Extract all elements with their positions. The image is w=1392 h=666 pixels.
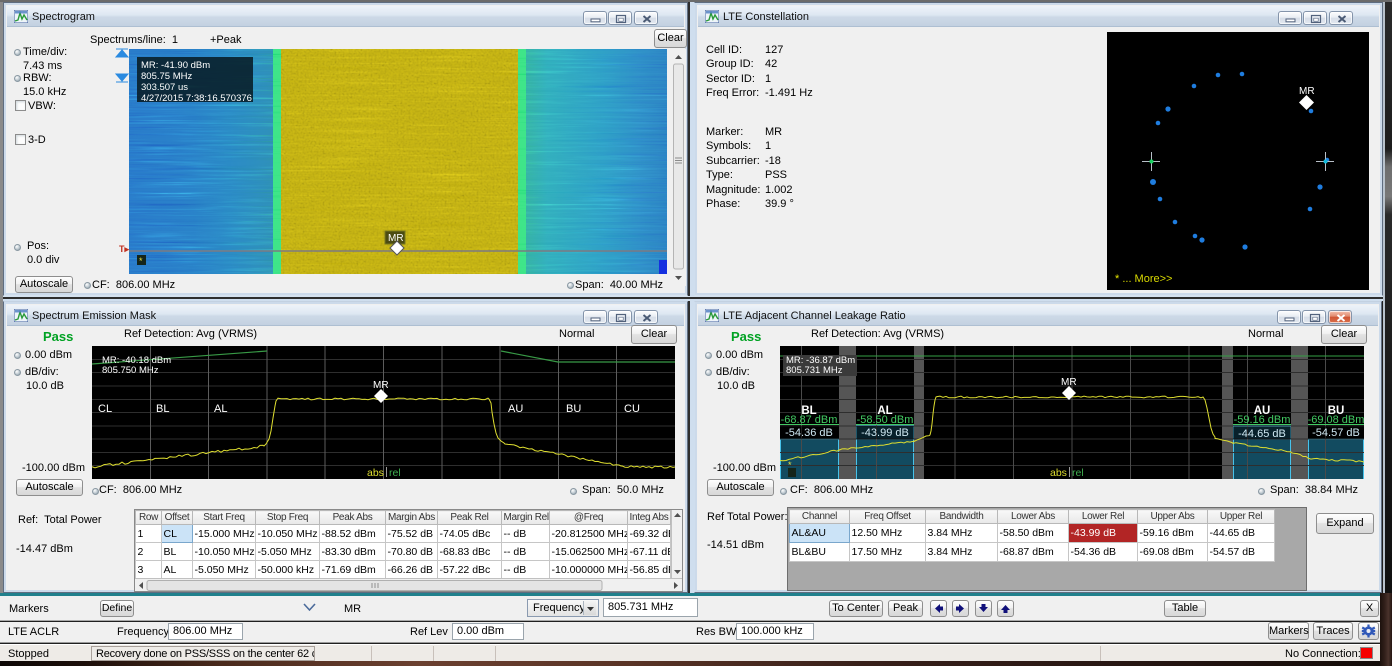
svg-text:AL: AL bbox=[214, 403, 227, 415]
svg-text:BL: BL bbox=[156, 403, 169, 415]
svg-text:805.75 MHz: 805.75 MHz bbox=[141, 71, 192, 82]
svg-text:*: * bbox=[139, 256, 143, 266]
svg-text:AU: AU bbox=[508, 403, 523, 415]
svg-text:-54.57 dB: -54.57 dB bbox=[1312, 427, 1360, 439]
svg-text:MR: -41.90 dBm: MR: -41.90 dBm bbox=[141, 60, 210, 71]
svg-text:-54.36 dB: -54.36 dB bbox=[785, 427, 833, 439]
svg-text:CU: CU bbox=[624, 403, 640, 415]
svg-text:4/27/2015 7:38:16.570376: 4/27/2015 7:38:16.570376 bbox=[141, 93, 252, 104]
svg-text:rel: rel bbox=[1072, 467, 1084, 479]
svg-text:-43.99 dB: -43.99 dB bbox=[861, 427, 909, 439]
svg-text:-44.65 dB: -44.65 dB bbox=[1238, 428, 1286, 440]
svg-text:BU: BU bbox=[566, 403, 581, 415]
svg-text:CL: CL bbox=[98, 403, 112, 415]
svg-text:abs: abs bbox=[367, 467, 384, 479]
svg-text:805.750 MHz: 805.750 MHz bbox=[102, 365, 159, 376]
svg-text:303.507 us: 303.507 us bbox=[141, 82, 188, 93]
svg-text:* ... More>>: * ... More>> bbox=[1115, 273, 1172, 285]
svg-text:abs: abs bbox=[1050, 467, 1067, 479]
svg-text:rel: rel bbox=[389, 467, 401, 479]
svg-text:805.731 MHz: 805.731 MHz bbox=[786, 365, 843, 376]
